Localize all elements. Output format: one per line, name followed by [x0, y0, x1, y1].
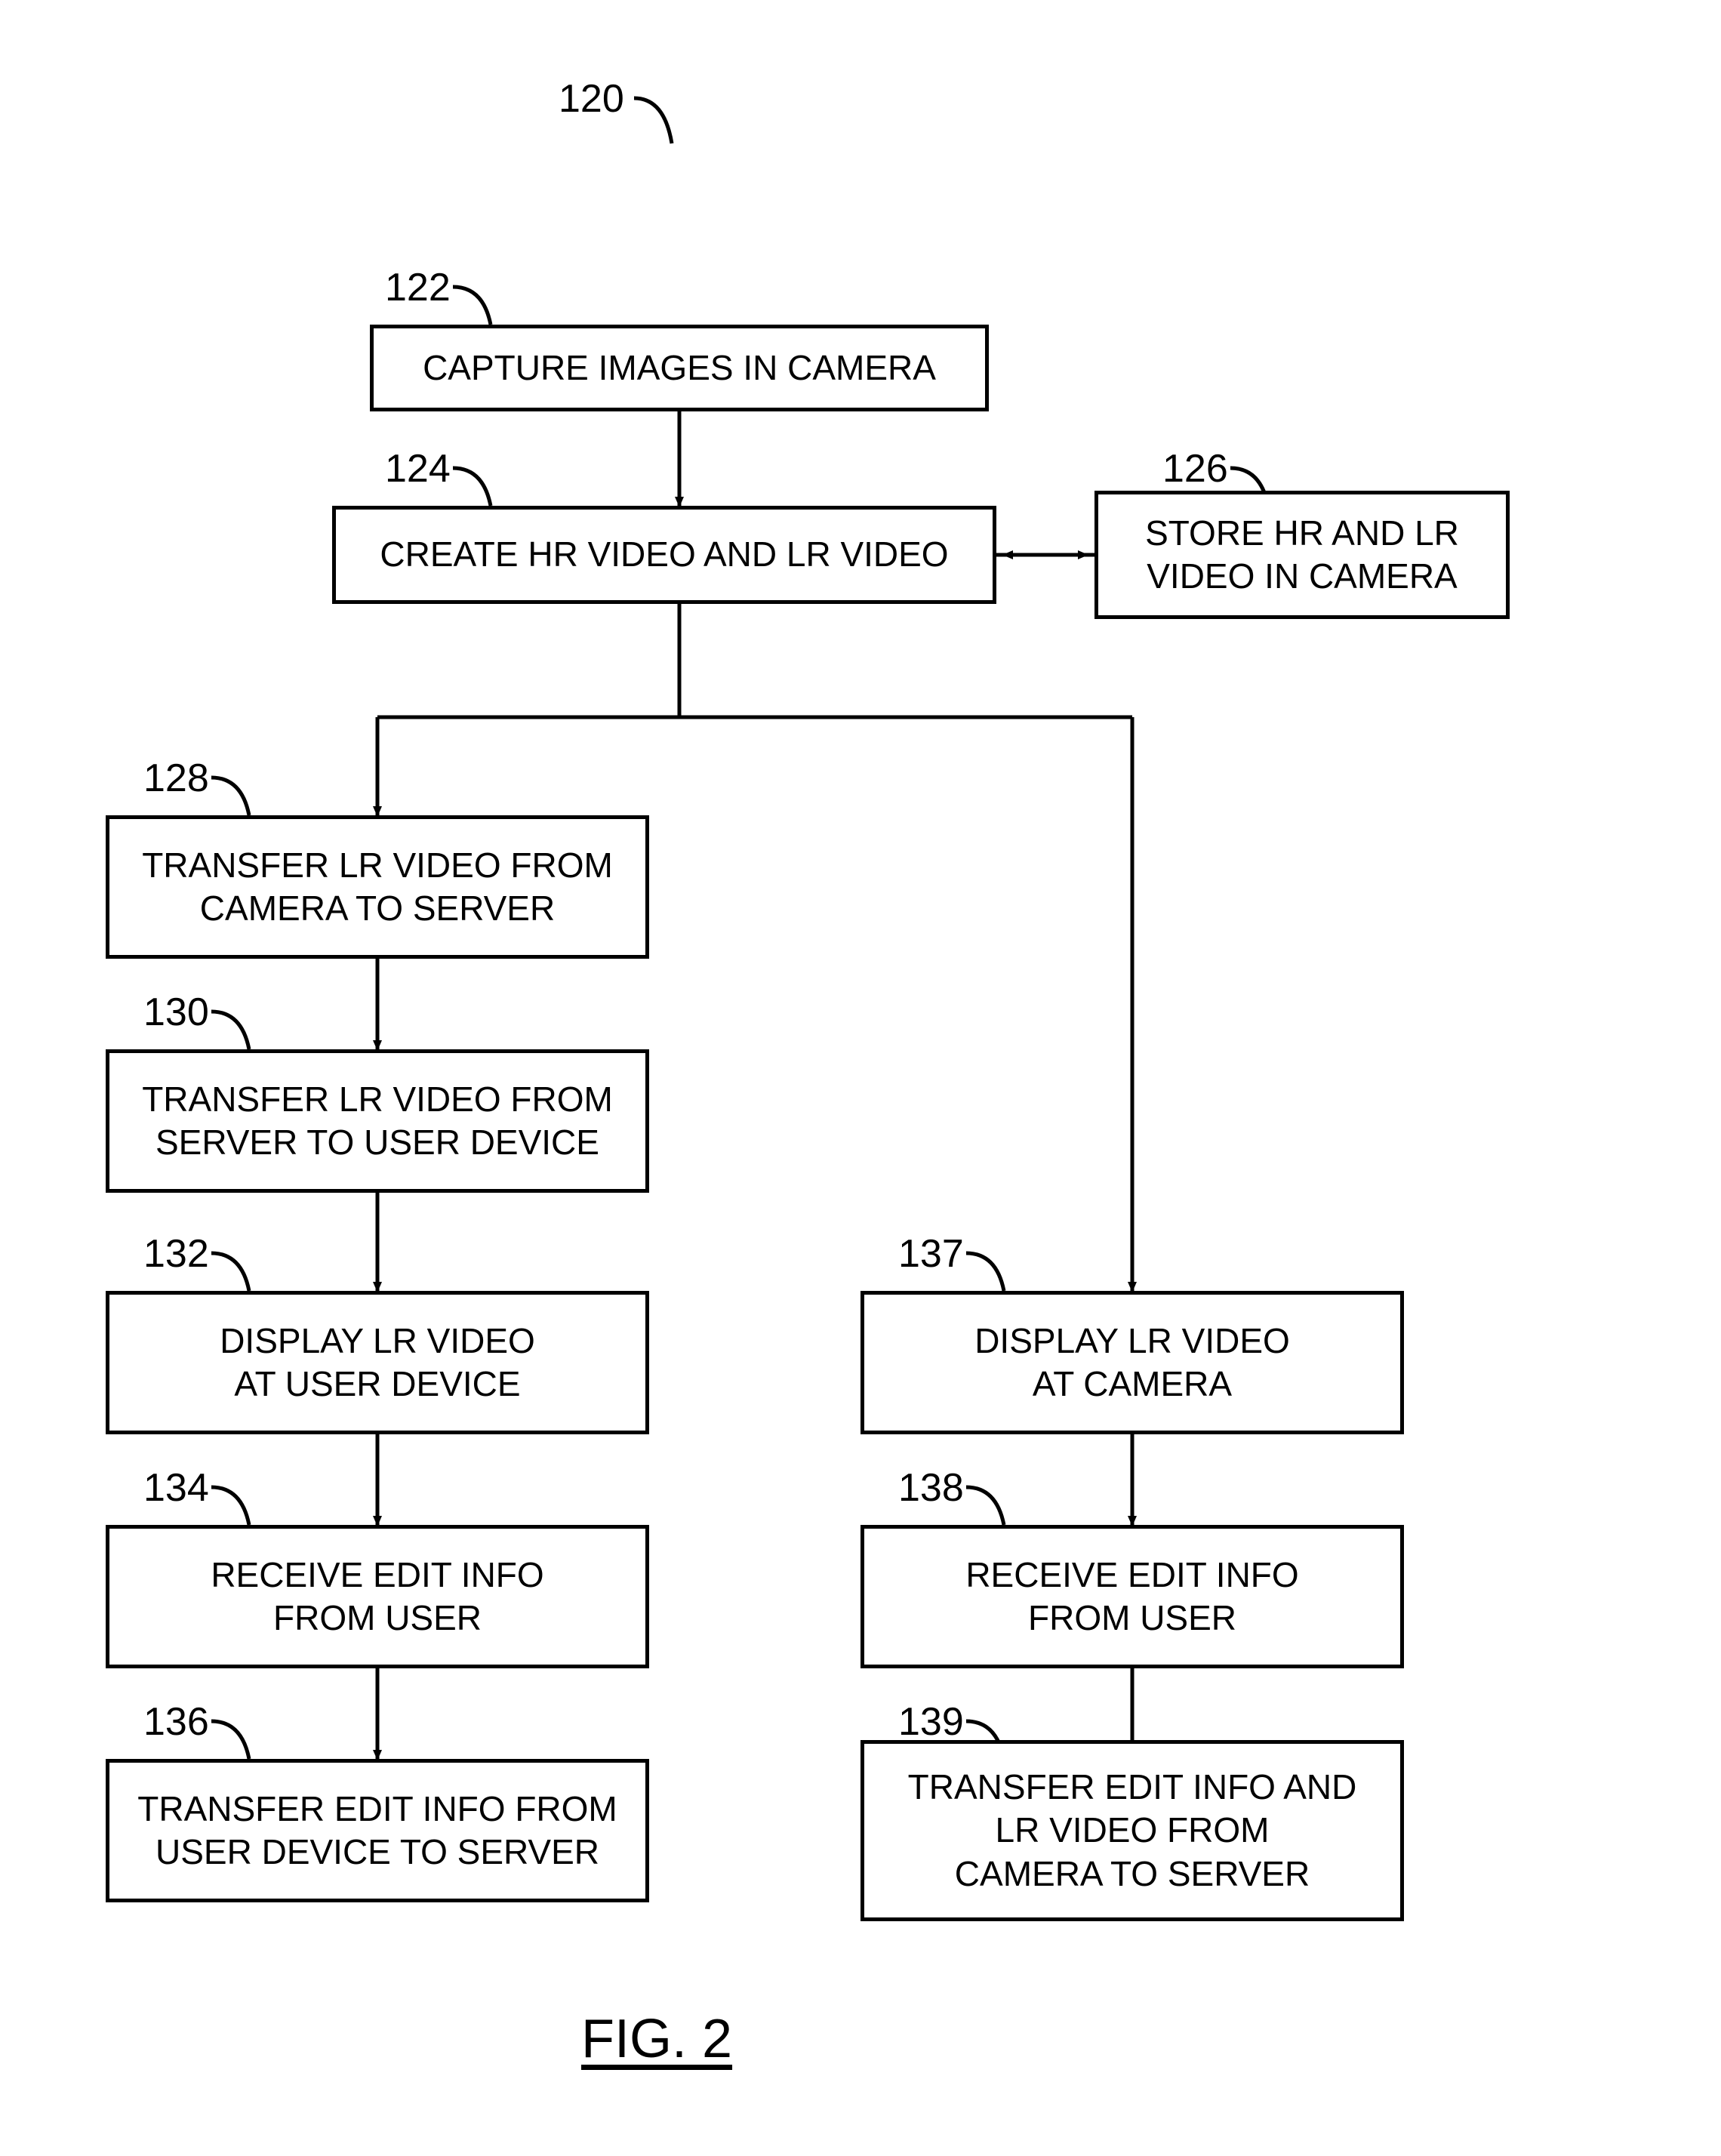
ref-137: 137 [898, 1234, 964, 1274]
flowchart-canvas: 120 [0, 0, 1721, 2156]
ref-139: 139 [898, 1702, 964, 1742]
ref-132: 132 [143, 1234, 209, 1274]
node-transfer-edit-device-server: TRANSFER EDIT INFO FROM USER DEVICE TO S… [106, 1759, 649, 1902]
ref-122: 122 [385, 268, 451, 307]
node-store-in-camera: STORE HR AND LR VIDEO IN CAMERA [1094, 491, 1510, 619]
ref-124: 124 [385, 449, 451, 488]
ref-126: 126 [1162, 449, 1228, 488]
node-transfer-edit-lr-camera-server: TRANSFER EDIT INFO AND LR VIDEO FROM CAM… [860, 1740, 1404, 1921]
node-receive-edit-camera: RECEIVE EDIT INFO FROM USER [860, 1525, 1404, 1668]
node-display-lr-device: DISPLAY LR VIDEO AT USER DEVICE [106, 1291, 649, 1434]
ref-138: 138 [898, 1468, 964, 1508]
ref-134: 134 [143, 1468, 209, 1508]
node-display-lr-camera: DISPLAY LR VIDEO AT CAMERA [860, 1291, 1404, 1434]
node-transfer-lr-camera-server: TRANSFER LR VIDEO FROM CAMERA TO SERVER [106, 815, 649, 959]
node-create-hr-lr: CREATE HR VIDEO AND LR VIDEO [332, 506, 996, 604]
figure-ref-label: 120 [559, 79, 624, 119]
node-transfer-lr-server-device: TRANSFER LR VIDEO FROM SERVER TO USER DE… [106, 1049, 649, 1193]
figure-caption: FIG. 2 [581, 2008, 732, 2070]
ref-136: 136 [143, 1702, 209, 1742]
ref-128: 128 [143, 759, 209, 798]
node-receive-edit-device: RECEIVE EDIT INFO FROM USER [106, 1525, 649, 1668]
node-capture-images: CAPTURE IMAGES IN CAMERA [370, 325, 989, 411]
ref-130: 130 [143, 993, 209, 1032]
